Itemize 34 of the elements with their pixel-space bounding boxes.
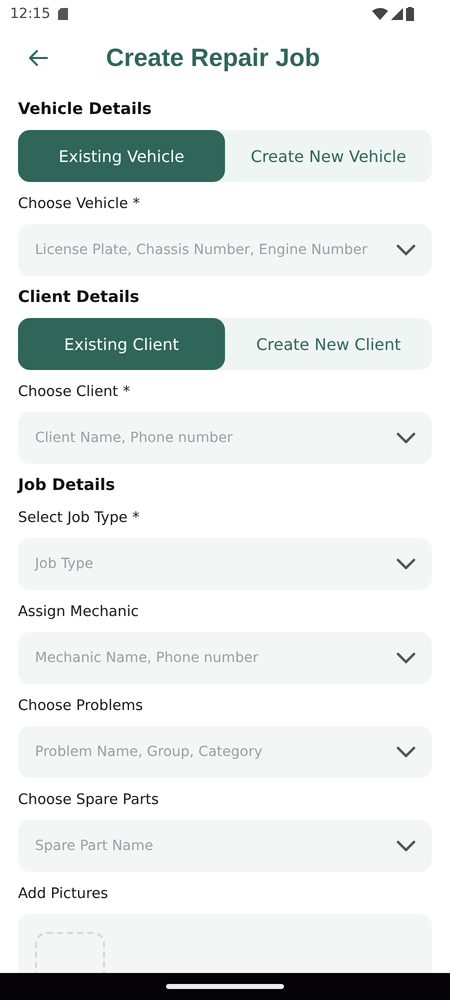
battery-icon: [406, 7, 414, 21]
chevron-down-icon: [396, 652, 416, 664]
field-label: Assign Mechanic: [18, 603, 140, 622]
dropdown-field[interactable]: License Plate, Chassis Number, Engine Number: [18, 224, 432, 276]
sd-card-icon: [58, 8, 68, 20]
wifi-icon: [372, 8, 388, 20]
field-label: Add Pictures: [18, 885, 110, 904]
section-title: Job Details: [18, 474, 116, 496]
signal-icon: [391, 8, 403, 20]
segment-tab[interactable]: Existing Vehicle: [18, 130, 225, 182]
dropdown-field[interactable]: Spare Part Name: [18, 820, 432, 872]
dropdown-field[interactable]: Mechanic Name, Phone number: [18, 632, 432, 684]
field-label: Choose Spare Parts: [18, 791, 160, 810]
chevron-down-icon: [396, 558, 416, 570]
field-label: Select Job Type *: [18, 509, 140, 528]
back-arrow-icon: [28, 49, 48, 67]
segment-tab[interactable]: Create New Vehicle: [225, 130, 432, 182]
chevron-down-icon: [396, 244, 416, 256]
chevron-down-icon: [396, 840, 416, 852]
segment-tab[interactable]: Existing Client: [18, 318, 225, 370]
home-handle[interactable]: [166, 984, 284, 989]
field-label: Choose Problems: [18, 697, 144, 716]
chevron-down-icon: [396, 746, 416, 758]
dropdown-field[interactable]: Client Name, Phone number: [18, 412, 432, 464]
field-label: Choose Client *: [18, 383, 131, 402]
dropdown-field[interactable]: Job Type: [18, 538, 432, 590]
section-title: Client Details: [18, 286, 140, 308]
status-time: 12:15: [10, 6, 50, 22]
section-title: Vehicle Details: [18, 98, 153, 120]
page-title: Create Repair Job: [106, 44, 320, 72]
chevron-down-icon: [396, 432, 416, 444]
field-label: Choose Vehicle *: [18, 195, 141, 214]
segment-tab[interactable]: Create New Client: [225, 318, 432, 370]
dropdown-field[interactable]: Problem Name, Group, Category: [18, 726, 432, 778]
